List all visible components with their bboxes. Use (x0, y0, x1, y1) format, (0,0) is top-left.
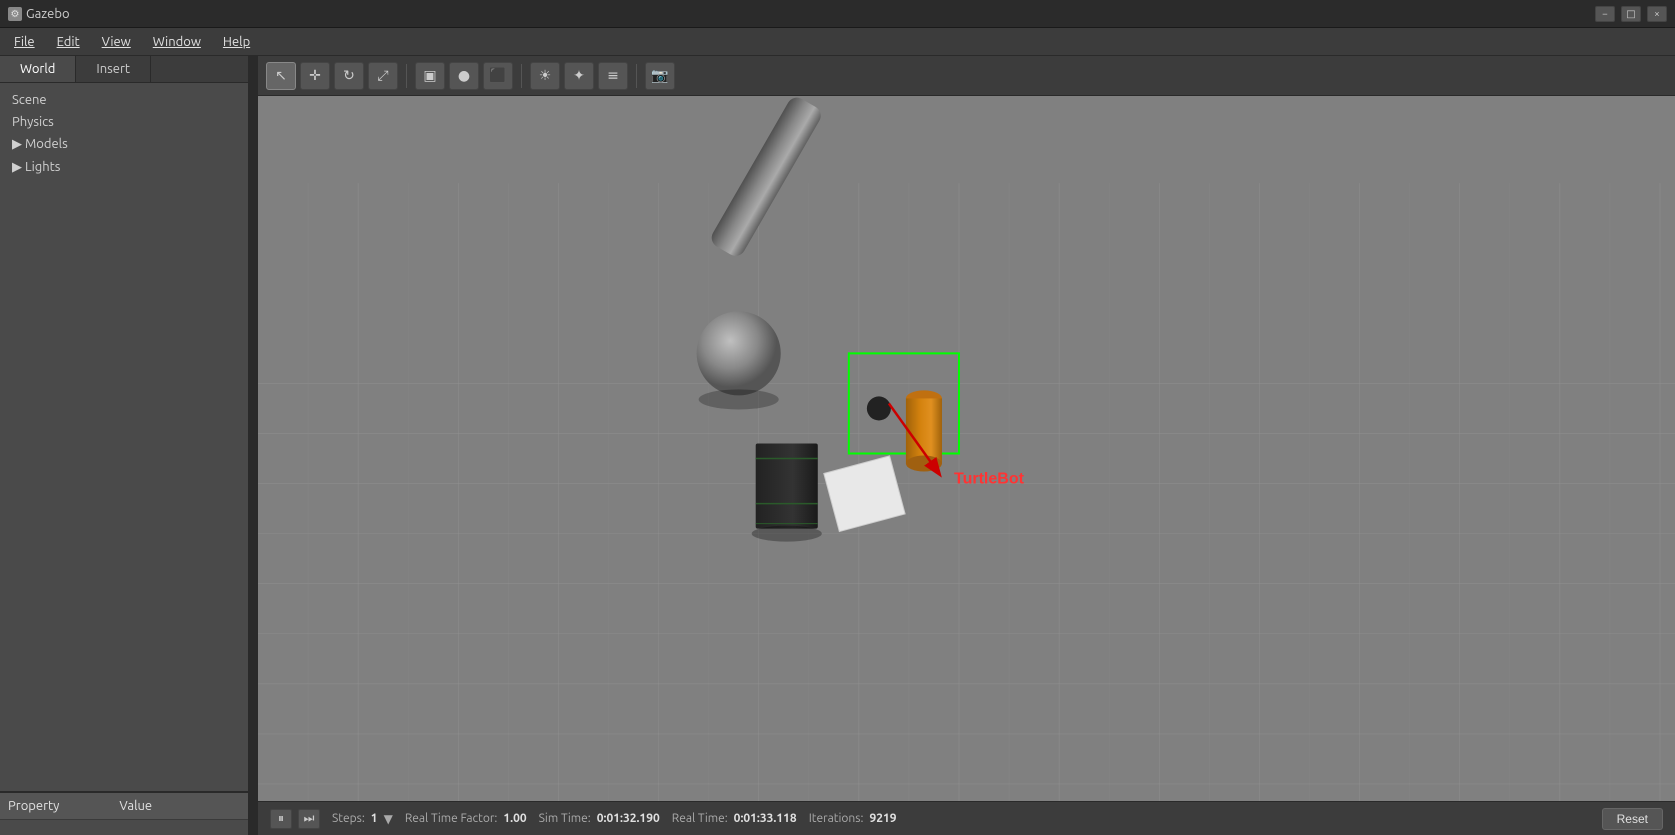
real-time-factor-section: Real Time Factor: 1.00 (405, 812, 527, 825)
dark-box (752, 443, 822, 541)
world-tree: ScenePhysics▶ Models▶ Lights (0, 83, 248, 791)
toolbar-btn-select[interactable]: ↖ (266, 62, 296, 90)
property-panel: Property Value (0, 791, 248, 835)
menu-item-view[interactable]: View (92, 32, 141, 52)
toolbar-btn-scale[interactable]: ⤢ (368, 62, 398, 90)
toolbar-btn-rotate[interactable]: ↻ (334, 62, 364, 90)
toolbar-btn-box[interactable]: ▣ (415, 62, 445, 90)
iterations-label: Iterations: (809, 812, 864, 825)
titlebar-left: ⚙ Gazebo (8, 7, 70, 21)
viewport: ↖✛↻⤢ ▣●⬛ ☀✦≡ 📷 (258, 56, 1675, 835)
sim-time-value: 0:01:32.190 (597, 812, 660, 825)
reset-button[interactable]: Reset (1602, 808, 1663, 830)
value-col-label: Value (119, 799, 152, 813)
tree-item-physics[interactable]: Physics (0, 111, 248, 133)
menubar: FileEditViewWindowHelp (0, 28, 1675, 56)
sphere-object (697, 311, 781, 395)
rtf-label: Real Time Factor: (405, 812, 498, 825)
minimize-button[interactable]: − (1595, 6, 1615, 22)
iterations-section: Iterations: 9219 (809, 812, 897, 825)
toolbar-separator (636, 64, 637, 88)
scene-svg: TurtleBot (258, 96, 1675, 801)
selection-box (849, 353, 959, 453)
toolbar-btn-screenshot[interactable]: 📷 (645, 62, 675, 90)
toolbar: ↖✛↻⤢ ▣●⬛ ☀✦≡ 📷 (258, 56, 1675, 96)
iterations-value: 9219 (869, 812, 896, 825)
tab-world[interactable]: World (0, 56, 76, 82)
toolbar-btn-cylinder[interactable]: ⬛ (483, 62, 513, 90)
menu-item-file[interactable]: File (4, 32, 45, 52)
playback-controls: ⏸ ⏭ (270, 809, 320, 829)
tree-item-scene[interactable]: Scene (0, 89, 248, 111)
sim-time-section: Sim Time: 0:01:32.190 (539, 812, 660, 825)
steps-value: 1 (371, 812, 378, 825)
sphere-shadow (699, 389, 779, 409)
property-col-label: Property (8, 799, 59, 813)
menu-item-window[interactable]: Window (143, 32, 211, 52)
tab-bar: WorldInsert (0, 56, 248, 83)
menu-item-edit[interactable]: Edit (47, 32, 90, 52)
sim-time-label: Sim Time: (539, 812, 591, 825)
menu-item-help[interactable]: Help (213, 32, 260, 52)
turtlebot-body (867, 396, 891, 420)
main-layout: WorldInsert ScenePhysics▶ Models▶ Lights… (0, 56, 1675, 835)
cylinder-rod-object (708, 96, 824, 259)
step-forward-button[interactable]: ⏭ (298, 809, 320, 829)
close-button[interactable]: × (1647, 6, 1667, 22)
canvas-area[interactable]: TurtleBot (258, 96, 1675, 801)
resize-handle[interactable] (250, 56, 258, 835)
real-time-section: Real Time: 0:01:33.118 (672, 812, 797, 825)
titlebar: ⚙ Gazebo − □ × (0, 0, 1675, 28)
left-panel: WorldInsert ScenePhysics▶ Models▶ Lights… (0, 56, 250, 835)
app-icon: ⚙ (8, 7, 22, 21)
toolbar-separator (406, 64, 407, 88)
toolbar-btn-dirlight[interactable]: ≡ (598, 62, 628, 90)
tree-item-models[interactable]: ▶ Models (0, 133, 248, 156)
tab-insert[interactable]: Insert (76, 56, 151, 82)
white-pad (824, 456, 905, 532)
toolbar-btn-spotlight[interactable]: ✦ (564, 62, 594, 90)
pause-button[interactable]: ⏸ (270, 809, 292, 829)
steps-label: Steps: (332, 812, 365, 825)
window-title: Gazebo (26, 7, 70, 21)
turtlebot-label: TurtleBot (954, 470, 1025, 488)
toolbar-btn-sun[interactable]: ☀ (530, 62, 560, 90)
steps-dropdown-icon[interactable]: ▼ (384, 812, 393, 826)
steps-section: Steps: 1 ▼ (332, 812, 393, 826)
maximize-button[interactable]: □ (1621, 6, 1641, 22)
tree-item-lights[interactable]: ▶ Lights (0, 156, 248, 179)
toolbar-btn-translate[interactable]: ✛ (300, 62, 330, 90)
property-header: Property Value (0, 793, 248, 820)
window-controls: − □ × (1595, 6, 1667, 22)
statusbar: ⏸ ⏭ Steps: 1 ▼ Real Time Factor: 1.00 Si… (258, 801, 1675, 835)
toolbar-separator (521, 64, 522, 88)
rtf-value: 1.00 (503, 812, 526, 825)
toolbar-btn-sphere[interactable]: ● (449, 62, 479, 90)
real-time-value: 0:01:33.118 (734, 812, 797, 825)
real-time-label: Real Time: (672, 812, 728, 825)
orange-cylinder (906, 390, 942, 471)
